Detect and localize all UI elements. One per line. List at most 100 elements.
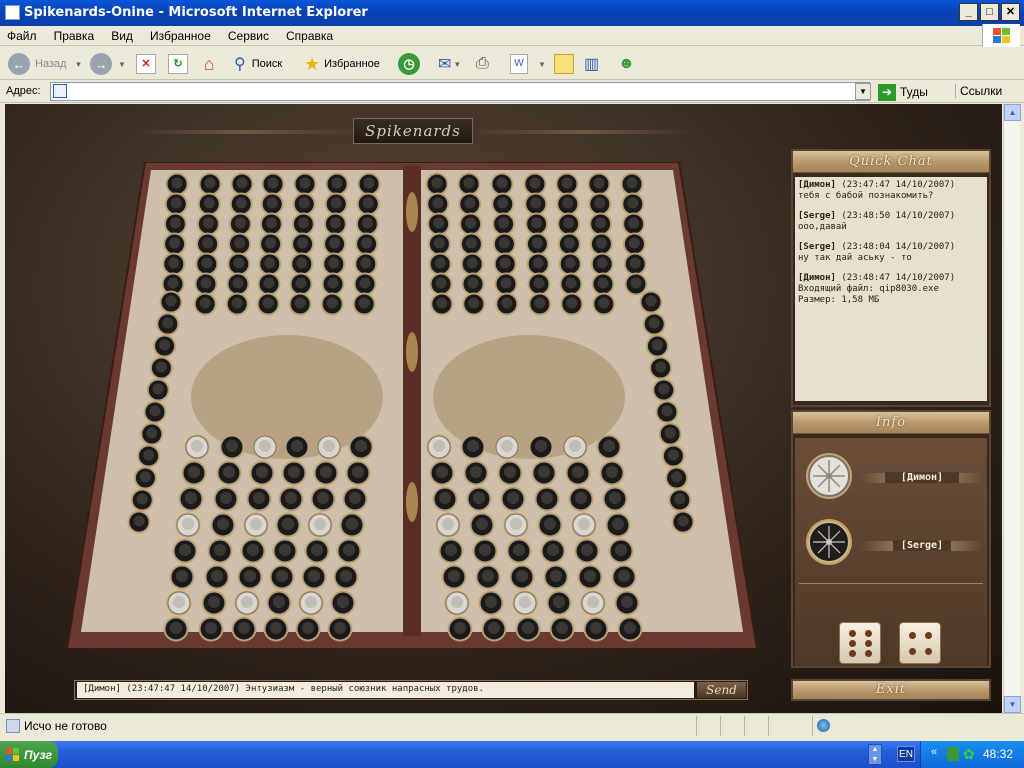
checker-highlight [159,339,171,351]
checker-highlight [265,217,277,229]
checker-highlight [287,465,301,479]
forward-button[interactable]: → ▼ [90,52,126,76]
favorites-button[interactable]: ★ Избранное [304,52,380,76]
menu-edit[interactable]: Правка [47,26,102,46]
print-button[interactable]: ⎙ [476,52,489,76]
chat-input[interactable]: [Димон] (23:47:47 14/10/2007) Энтузиазм … [77,682,694,698]
title-bar[interactable]: Spikenards-Onine - Microsoft Internet Ex… [0,0,1024,26]
scroll-up-icon[interactable]: ▲ [1004,104,1021,121]
exit-button[interactable]: Exit [791,679,991,701]
checker-highlight [651,339,663,351]
edit-button[interactable]: W ▼ [510,52,546,76]
die-pip [909,648,916,655]
edit-dropdown-icon[interactable]: ▼ [538,60,546,69]
menu-help[interactable]: Справка [279,26,340,46]
die-four[interactable] [899,622,941,664]
menu-file[interactable]: Файл [0,26,44,46]
address-input[interactable] [50,82,870,101]
windows-flag-icon [6,747,19,761]
checker-highlight [571,465,585,479]
back-button[interactable]: ← Назад ▼ [8,52,82,76]
backgammon-board[interactable] [67,162,757,649]
taskbar-scroll-icon[interactable]: ▲ ▼ [868,744,882,765]
checker-highlight [435,465,449,479]
back-dropdown-icon[interactable]: ▼ [75,60,83,69]
status-divider [812,716,813,736]
send-button[interactable]: Send [697,682,746,698]
mail-icon: ✉ [438,56,452,73]
standard-toolbar: ← Назад ▼ → ▼ ✕ ↻ ⌂ ⚲ Поиск ★ Избранное … [0,47,1024,80]
checker-highlight [258,439,272,453]
research-button[interactable]: ▥ [584,52,599,76]
chat-text: ооо,давай [798,222,847,232]
checker-highlight [466,257,478,269]
scroll-down-icon[interactable]: ▼ [1004,696,1021,713]
links-button[interactable]: Ссылки [955,84,1002,98]
checker-highlight [307,569,321,583]
menu-favorites[interactable]: Избранное [143,26,218,46]
maximize-button[interactable]: □ [980,3,999,21]
checker-highlight [331,177,343,189]
messenger-button[interactable]: ☻ [618,52,635,76]
checker-highlight [169,621,183,635]
chat-user: [Serge] [798,242,836,252]
checker-highlight [149,405,161,417]
checker-highlight [294,297,306,309]
forward-dropdown-icon[interactable]: ▼ [118,60,126,69]
tray-expand-icon[interactable]: « [931,746,937,758]
checker-highlight [498,217,510,229]
home-button[interactable]: ⌂ [198,52,220,76]
history-button[interactable]: ◷ [398,52,420,76]
internet-zone-icon [817,719,830,732]
language-indicator[interactable]: EN [897,746,915,762]
checker-highlight [598,297,610,309]
menu-tools[interactable]: Сервис [221,26,276,46]
mail-button[interactable]: ✉ ▼ [438,52,461,76]
vertical-scrollbar[interactable]: ▲ ▼ [1003,104,1021,713]
mail-dropdown-icon[interactable]: ▼ [453,60,461,69]
checker-highlight [432,439,446,453]
start-button[interactable]: Пузг [0,741,58,768]
address-dropdown-icon[interactable]: ▼ [855,83,871,100]
checker-highlight [169,237,181,249]
search-button[interactable]: ⚲ Поиск [234,52,282,76]
checker-highlight [447,569,461,583]
search-label: Поиск [251,58,283,70]
checker-highlight [596,257,608,269]
checker-highlight [360,257,372,269]
notes-button[interactable] [554,52,574,76]
close-button[interactable]: ✕ [1001,3,1020,21]
checker-highlight [484,595,498,609]
menu-view[interactable]: Вид [104,26,140,46]
minimize-button[interactable]: _ [959,3,978,21]
checker-highlight [630,277,642,289]
player-name: [Serge] [893,540,951,551]
quick-chat-panel: Quick Chat [Димон] (23:47:47 14/10/2007)… [791,149,991,407]
refresh-button[interactable]: ↻ [168,52,188,76]
icq-flower-icon[interactable]: ✿ [963,746,975,763]
board-graphic[interactable] [67,162,757,649]
die-six[interactable] [839,622,881,664]
checker-highlight [210,569,224,583]
checker-highlight [450,595,464,609]
checker-highlight [589,621,603,635]
checker-highlight [614,543,628,557]
board-hinge [403,166,421,636]
go-button[interactable]: ➔ Туды [878,83,948,101]
checker-highlight [531,237,543,249]
network-icon[interactable] [947,747,959,761]
checker-highlight [602,439,616,453]
checker-highlight [234,217,246,229]
clock[interactable]: 48:32 [983,747,1013,761]
stop-button[interactable]: ✕ [136,52,156,76]
checker-highlight [532,257,544,269]
checker-highlight [152,383,164,395]
checker-highlight [330,197,342,209]
black-checker-icon [806,519,852,565]
checker-highlight [475,517,489,531]
checker-highlight [674,493,686,505]
windows-logo-icon [982,24,1020,48]
star-icon: ★ [304,53,321,74]
checker-highlight [219,491,233,505]
checker-highlight [234,237,246,249]
